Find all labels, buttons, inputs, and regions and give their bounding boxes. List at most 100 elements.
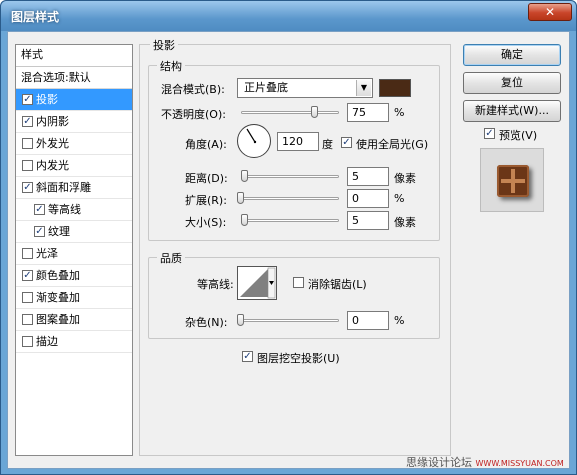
close-button[interactable]: ✕ <box>528 3 572 21</box>
style-item-label: 投影 <box>36 93 58 106</box>
style-item[interactable]: ✓ 纹理 <box>16 221 132 243</box>
distance-slider-track[interactable] <box>241 175 339 178</box>
contour-picker[interactable] <box>237 266 277 300</box>
style-item-checkbox[interactable] <box>22 292 33 303</box>
size-input[interactable]: 5 <box>347 211 389 230</box>
spread-input[interactable]: 0 <box>347 189 389 208</box>
window-title: 图层样式 <box>11 10 60 24</box>
style-item-checkbox[interactable] <box>22 138 33 149</box>
style-item-label: 图案叠加 <box>36 313 80 326</box>
style-item-checkbox[interactable]: ✓ <box>22 94 33 105</box>
angle-needle-icon <box>246 128 257 144</box>
style-item[interactable]: 描边 <box>16 331 132 353</box>
global-light-checkbox[interactable]: ✓ <box>341 137 352 148</box>
structure-group: 结构 混合模式(B): 正片叠底 ▼ 不透明度(O): 75 % 角度(A): <box>148 58 440 241</box>
angle-unit: 度 <box>322 138 333 151</box>
checkmark-icon: ✓ <box>243 351 252 362</box>
style-items: ✓ 投影 ✓ 内阴影 外发光 内发光 ✓ 斜面和浮雕 ✓ 等高线 ✓ 纹理 光泽 ✓ 颜色叠加 渐变叠加 图案叠… <box>16 89 132 353</box>
new-style-button[interactable]: 新建样式(W)... <box>463 100 561 122</box>
style-item-checkbox[interactable]: ✓ <box>22 116 33 127</box>
distance-input[interactable]: 5 <box>347 167 389 186</box>
spread-label: 扩展(R): <box>185 194 227 207</box>
style-item[interactable]: 光泽 <box>16 243 132 265</box>
spread-slider-track[interactable] <box>241 197 339 200</box>
preview-thumbnail <box>497 165 529 197</box>
structure-title: 结构 <box>157 58 185 74</box>
styles-header[interactable]: 样式 <box>16 45 132 67</box>
watermark-url: WWW.MISSYUAN.COM <box>475 459 564 468</box>
style-item-label: 渐变叠加 <box>36 291 80 304</box>
contour-label: 等高线: <box>197 278 234 291</box>
quality-group: 品质 等高线: 消除锯齿(L) 杂色(N): 0 % <box>148 250 440 339</box>
styles-list: 样式 混合选项:默认 ✓ 投影 ✓ 内阴影 外发光 内发光 ✓ 斜面和浮雕 ✓ 等高线 ✓ 纹理 光泽 ✓… <box>15 44 133 456</box>
blend-mode-select[interactable]: 正片叠底 ▼ <box>237 78 373 98</box>
style-item-checkbox[interactable]: ✓ <box>22 182 33 193</box>
title-bar[interactable]: 图层样式 ✕ <box>1 1 576 31</box>
style-item[interactable]: ✓ 斜面和浮雕 <box>16 177 132 199</box>
noise-slider-thumb[interactable] <box>237 314 244 326</box>
blending-options-item[interactable]: 混合选项:默认 <box>16 67 132 89</box>
style-item-checkbox[interactable]: ✓ <box>34 226 45 237</box>
noise-input[interactable]: 0 <box>347 311 389 330</box>
style-item[interactable]: ✓ 投影 <box>16 89 132 111</box>
noise-label: 杂色(N): <box>185 316 228 329</box>
layer-style-dialog: 图层样式 ✕ 样式 混合选项:默认 ✓ 投影 ✓ 内阴影 外发光 内发光 ✓ 斜面和浮雕 ✓ 等高… <box>0 0 577 475</box>
dialog-client: 样式 混合选项:默认 ✓ 投影 ✓ 内阴影 外发光 内发光 ✓ 斜面和浮雕 ✓ 等高线 ✓ 纹理 光泽 ✓… <box>7 31 570 469</box>
ok-button[interactable]: 确定 <box>463 44 561 66</box>
angle-input[interactable]: 120 <box>277 132 319 151</box>
close-icon: ✕ <box>544 5 556 19</box>
angle-dial[interactable] <box>237 124 271 158</box>
reset-button[interactable]: 复位 <box>463 72 561 94</box>
style-item-label: 纹理 <box>48 225 70 238</box>
angle-label: 角度(A): <box>185 138 227 151</box>
style-preview <box>480 148 544 212</box>
style-item-label: 内阴影 <box>36 115 69 128</box>
preview-checkbox[interactable]: ✓ <box>484 128 495 139</box>
style-item[interactable]: 外发光 <box>16 133 132 155</box>
style-item[interactable]: ✓ 颜色叠加 <box>16 265 132 287</box>
size-slider-thumb[interactable] <box>241 214 248 226</box>
knockout-checkbox[interactable]: ✓ <box>242 351 253 362</box>
style-item-checkbox[interactable] <box>22 314 33 325</box>
antialias-checkbox[interactable] <box>293 277 304 288</box>
style-item-checkbox[interactable]: ✓ <box>22 270 33 281</box>
style-item-label: 内发光 <box>36 159 69 172</box>
style-item[interactable]: 渐变叠加 <box>16 287 132 309</box>
style-item-checkbox[interactable]: ✓ <box>34 204 45 215</box>
size-slider-track[interactable] <box>241 219 339 222</box>
noise-slider-track[interactable] <box>241 319 339 322</box>
style-item[interactable]: 图案叠加 <box>16 309 132 331</box>
opacity-label: 不透明度(O): <box>161 108 226 121</box>
global-light-label[interactable]: 使用全局光(G) <box>356 136 428 152</box>
blend-mode-label: 混合模式(B): <box>161 83 225 96</box>
style-item-label: 斜面和浮雕 <box>36 181 91 194</box>
style-item[interactable]: ✓ 内阴影 <box>16 111 132 133</box>
antialias-label[interactable]: 消除锯齿(L) <box>308 276 367 292</box>
opacity-slider-thumb[interactable] <box>310 106 318 118</box>
drop-shadow-panel: 投影 结构 混合模式(B): 正片叠底 ▼ 不透明度(O): 75 % 角度(A… <box>139 37 451 456</box>
size-label: 大小(S): <box>185 216 227 229</box>
style-item-checkbox[interactable] <box>22 160 33 171</box>
style-item-checkbox[interactable] <box>22 336 33 347</box>
quality-title: 品质 <box>157 250 185 266</box>
opacity-slider-track[interactable] <box>241 111 339 114</box>
noise-unit: % <box>394 314 405 327</box>
distance-unit: 像素 <box>394 172 416 185</box>
size-unit: 像素 <box>394 216 416 229</box>
style-item[interactable]: ✓ 等高线 <box>16 199 132 221</box>
watermark-text: 思缘设计论坛 <box>406 456 472 469</box>
blend-mode-value: 正片叠底 <box>244 81 288 94</box>
shadow-color-swatch[interactable] <box>379 79 411 97</box>
style-item-checkbox[interactable] <box>22 248 33 259</box>
style-item[interactable]: 内发光 <box>16 155 132 177</box>
opacity-input[interactable]: 75 <box>347 103 389 122</box>
distance-slider-thumb[interactable] <box>241 170 248 182</box>
checkmark-icon: ✓ <box>342 137 351 148</box>
knockout-label[interactable]: 图层挖空投影(U) <box>257 350 340 366</box>
style-item-label: 外发光 <box>36 137 69 150</box>
style-item-label: 颜色叠加 <box>36 269 80 282</box>
style-item-label: 描边 <box>36 335 58 348</box>
preview-label[interactable]: 预览(V) <box>499 127 537 143</box>
panel-title: 投影 <box>150 37 178 53</box>
spread-slider-thumb[interactable] <box>237 192 244 204</box>
